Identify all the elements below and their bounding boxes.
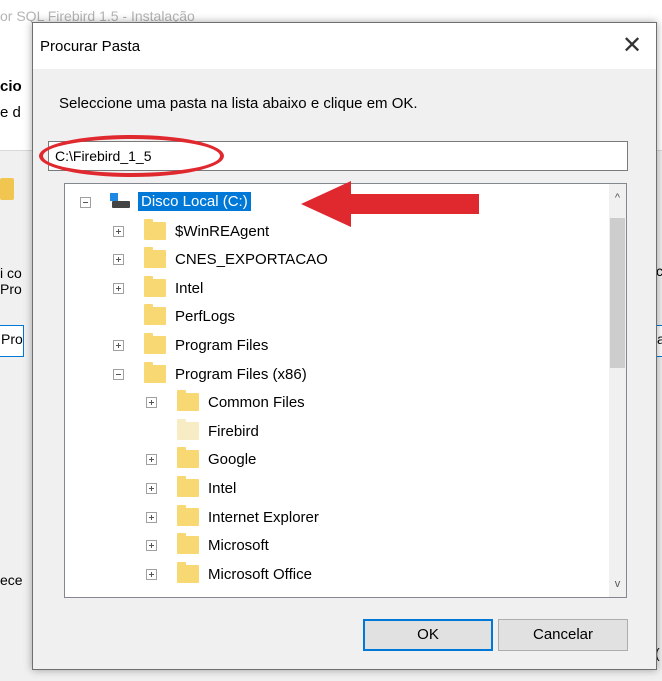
folder-icon [144, 247, 166, 269]
expand-icon[interactable] [113, 282, 124, 294]
background-left-field[interactable]: Pro [0, 325, 24, 357]
tree-item[interactable]: Microsoft [65, 533, 605, 559]
expand-icon[interactable] [146, 397, 157, 409]
tree-item[interactable]: PerfLogs [65, 304, 605, 330]
collapse-icon[interactable] [80, 197, 91, 208]
tree-item[interactable]: Program Files (x86) [65, 361, 605, 388]
tree-item-label: Google [208, 451, 257, 469]
close-icon[interactable]: ✕ [613, 31, 651, 63]
expand-icon[interactable] [146, 568, 157, 580]
dialog-titlebar: Procurar Pasta ✕ [33, 23, 656, 69]
red-highlight-oval [39, 135, 224, 177]
folder-icon [144, 333, 166, 354]
background-folder-icon [0, 178, 14, 200]
tree-item[interactable]: Intel [65, 275, 605, 302]
hard-drive-icon [110, 193, 130, 209]
tree-item[interactable]: Microsoft Office [65, 561, 605, 588]
tree-item-label: Program Files (x86) [175, 365, 307, 383]
folder-icon [144, 275, 166, 297]
folder-icon [177, 390, 199, 412]
red-arrow-annotation [301, 181, 479, 227]
ok-button[interactable]: OK [363, 619, 493, 651]
folder-icon [144, 361, 166, 383]
tree-item-label: $WinREAgent [175, 222, 270, 240]
expand-icon[interactable] [146, 540, 157, 552]
cancel-button[interactable]: Cancelar [498, 619, 628, 651]
background-left-text-3: ece [0, 572, 23, 588]
tree-item-label: Intel [208, 480, 237, 497]
folder-icon [177, 476, 199, 497]
expand-icon[interactable] [113, 225, 124, 237]
tree-item-label: Firebird [208, 422, 259, 440]
folder-icon [144, 304, 166, 326]
dialog-title: Procurar Pasta [40, 38, 141, 55]
folder-icon [177, 418, 199, 440]
tree-item-label: Microsoft Office [208, 565, 312, 583]
collapse-icon[interactable] [113, 368, 124, 380]
tree-item[interactable]: Internet Explorer [65, 504, 605, 531]
folder-icon [144, 218, 166, 240]
scrollbar-thumb[interactable] [610, 218, 625, 368]
expand-icon[interactable] [113, 340, 124, 351]
tree-item-label: CNES_EXPORTACAO [175, 251, 328, 269]
tree-item[interactable]: Program Files [65, 333, 605, 359]
tree-item-label: Disco Local (C:) [138, 192, 251, 211]
tree-item[interactable]: CNES_EXPORTACAO [65, 247, 605, 273]
folder-icon [177, 561, 199, 583]
background-subheading: e d [0, 104, 21, 121]
background-heading: cio [0, 78, 22, 95]
vertical-scrollbar[interactable]: ^ v [609, 184, 626, 597]
scroll-down-icon[interactable]: v [609, 576, 626, 593]
dialog-instruction: Seleccione uma pasta na lista abaixo e c… [59, 95, 418, 112]
tree-item[interactable]: Common Files [65, 390, 605, 416]
background-left-text-1: i co [0, 265, 22, 281]
browse-folder-dialog: Procurar Pasta ✕ Seleccione uma pasta na… [32, 22, 657, 670]
expand-icon[interactable] [146, 483, 157, 494]
tree-item-label: Program Files [175, 337, 269, 354]
tree-item-label: Intel [175, 279, 204, 297]
folder-tree[interactable]: Disco Local (C:) ^ v $WinREAgent CNES_EXP… [64, 183, 627, 598]
folder-icon [177, 504, 199, 526]
folder-icon [177, 447, 199, 469]
folder-icon [177, 533, 199, 555]
tree-item[interactable]: Intel [65, 476, 605, 502]
tree-item[interactable]: Firebird [65, 418, 605, 445]
tree-item-label: Microsoft [208, 537, 269, 555]
tree-item-label: PerfLogs [175, 308, 236, 326]
tree-item-label: Internet Explorer [208, 508, 319, 526]
background-left-text-2: Pro [0, 281, 22, 297]
expand-icon[interactable] [113, 254, 124, 266]
expand-icon[interactable] [146, 511, 157, 523]
tree-item[interactable]: Google [65, 447, 605, 473]
tree-item-label: Common Files [208, 394, 305, 412]
scroll-up-icon[interactable]: ^ [609, 190, 626, 207]
expand-icon[interactable] [146, 454, 157, 466]
